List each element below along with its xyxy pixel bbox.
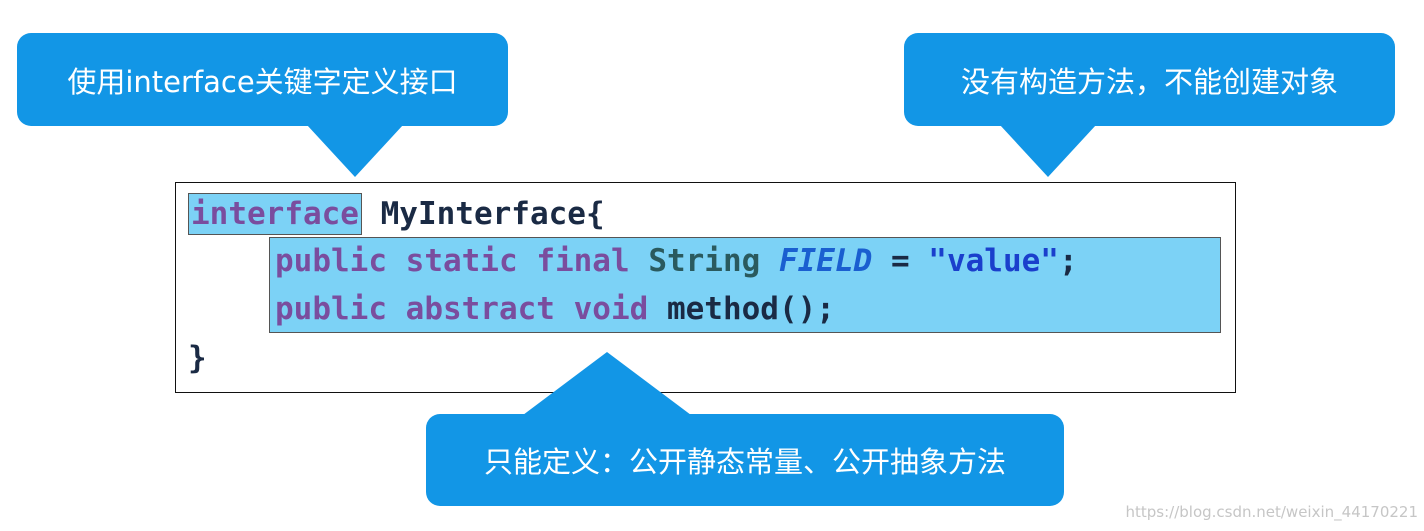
interface-name: MyInterface{: [361, 196, 605, 232]
modifier-abstract: abstract: [405, 291, 555, 327]
callout-members-text: 只能定义：公开静态常量、公开抽象方法: [483, 445, 1006, 479]
modifier-public: public: [275, 243, 387, 279]
modifier-public: public: [275, 291, 387, 327]
string-literal: "value": [928, 243, 1059, 279]
callout-interface-keyword-pointer: [307, 125, 403, 177]
code-line-method: public abstract void method();: [275, 285, 835, 333]
callout-interface-keyword-text: 使用interface关键字定义接口: [67, 64, 458, 99]
watermark: https://blog.csdn.net/weixin_44170221: [1125, 503, 1418, 521]
callout-members: 只能定义：公开静态常量、公开抽象方法: [426, 414, 1064, 506]
interface-keyword: interface: [188, 193, 362, 235]
method-signature: method();: [666, 291, 835, 327]
modifier-final: final: [536, 243, 630, 279]
closing-brace: }: [188, 340, 207, 376]
code-line-interface-declaration: interface MyInterface{: [188, 190, 605, 238]
semicolon: ;: [1058, 243, 1078, 279]
modifier-static: static: [405, 243, 518, 279]
code-line-closing-brace: }: [188, 334, 207, 382]
field-name: FIELD: [778, 243, 873, 279]
callout-no-constructor-pointer: [1000, 125, 1096, 177]
type-string: String: [648, 243, 761, 279]
callout-no-constructor: 没有构造方法，不能创建对象: [904, 33, 1395, 126]
return-type-void: void: [573, 291, 649, 327]
callout-interface-keyword: 使用interface关键字定义接口: [17, 33, 508, 126]
callout-members-pointer: [523, 352, 691, 415]
callout-no-constructor-text: 没有构造方法，不能创建对象: [960, 64, 1338, 99]
code-line-constant: public static final String FIELD = "valu…: [275, 237, 1078, 285]
equals-sign: =: [872, 243, 929, 279]
